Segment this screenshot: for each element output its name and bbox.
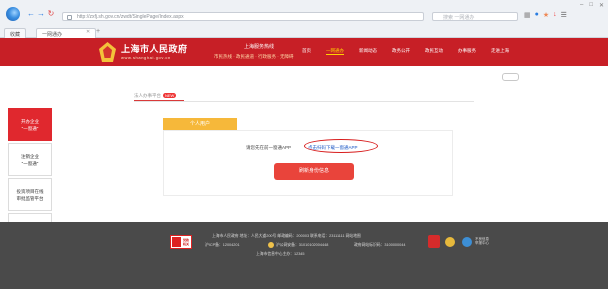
browser-search-input[interactable]: 搜索 一网通办 xyxy=(432,12,518,21)
search-placeholder: 搜索 一网通办 xyxy=(443,15,475,21)
sidebar-item-label: 开办企业 "一窗通" xyxy=(21,118,39,131)
breadcrumb-label: 法人办事平台 xyxy=(134,93,161,98)
forward-icon[interactable]: → xyxy=(37,10,45,18)
police-emblem-icon[interactable] xyxy=(445,237,455,247)
new-tab-icon[interactable]: + xyxy=(96,28,100,35)
main-nav: 首页 一网通办 新闻动态 政务公开 政民互动 办事服务 走进上海 xyxy=(302,48,509,55)
gov-site-badge[interactable]: 党政机关 xyxy=(170,235,192,249)
police-badge-icon xyxy=(268,242,274,248)
browser-logo-icon xyxy=(6,7,20,21)
tab-close-icon[interactable]: ✕ xyxy=(86,29,90,35)
nav-item[interactable]: 首页 xyxy=(302,48,311,55)
address-text: http://zxfj.sh.gov.cn/zwdt/SinglePage/In… xyxy=(77,14,184,20)
window-controls: – □ ✕ xyxy=(580,2,604,9)
report-center-label[interactable]: 不良信息 举报中心 xyxy=(475,237,489,245)
header-service-text[interactable]: 上海服务热线 xyxy=(244,43,274,50)
header-quick-links[interactable]: 市民热线 · 政民通道 · 行政服务 · 无障碍 xyxy=(214,54,294,60)
nav-item[interactable]: 政务公开 xyxy=(392,48,410,55)
divider xyxy=(134,101,474,102)
address-bar[interactable]: http://zxfj.sh.gov.cn/zwdt/SinglePage/In… xyxy=(62,12,424,21)
sidebar-item-close-business[interactable]: 注销企业 "一窗通" xyxy=(8,143,52,176)
site-title[interactable]: 上海市人民政府 xyxy=(121,42,188,55)
tab-favorites[interactable]: 收藏 xyxy=(4,28,27,38)
tab-personal-user[interactable]: 个人用户 xyxy=(163,118,237,130)
footer-site-code: 政府网站标识码：3100000044 xyxy=(354,243,406,247)
highlight-annotation xyxy=(304,139,378,153)
close-icon[interactable]: ✕ xyxy=(599,2,604,9)
footer-police-record[interactable]: 沪公网安备：31010102004448 xyxy=(276,243,328,248)
notice-text: 请您先在前一窗通APP xyxy=(246,145,292,150)
breadcrumb[interactable]: 法人办事平台 NEW xyxy=(134,93,177,99)
page-icon xyxy=(67,15,72,20)
site-header: 上海市人民政府 www.shanghai.gov.cn 上海服务热线 市民热线 … xyxy=(0,38,608,66)
tab-strip: 收藏 一网通办 ✕ + xyxy=(0,25,608,38)
user-toggle-button[interactable] xyxy=(502,73,519,81)
party-gov-emblem-icon[interactable] xyxy=(428,235,440,248)
extension-icon[interactable]: ● xyxy=(535,11,539,19)
toolbar-icons: ▦ ● ★ ↓ ☰ xyxy=(524,11,567,19)
minimize-icon[interactable]: – xyxy=(580,2,583,9)
footer-icp[interactable]: 沪ICP备：12004201 xyxy=(205,243,240,248)
bookmark-icon[interactable]: ★ xyxy=(543,11,549,19)
refresh-icon[interactable]: ↻ xyxy=(47,10,55,18)
sidebar-item-label: 注销企业 "一窗通" xyxy=(21,153,39,166)
refresh-identity-button[interactable]: 刷新身份信息 xyxy=(274,163,354,180)
report-center-icon[interactable] xyxy=(462,237,472,247)
footer-line-1: 上海市人民政府 地址：人民大道200号 邮政编码：200003 联系电话：231… xyxy=(212,234,361,238)
new-badge: NEW xyxy=(163,93,177,98)
nav-item[interactable]: 新闻动态 xyxy=(359,48,377,55)
nav-item[interactable]: 办事服务 xyxy=(458,48,476,55)
sidebar-item-label: 投资项目在线 审批监管平台 xyxy=(16,188,44,201)
menu-icon[interactable]: ☰ xyxy=(561,11,567,19)
download-icon[interactable]: ↓ xyxy=(553,11,557,19)
footer-line-3: 上海市信息中心主办：12345 xyxy=(256,252,305,256)
nav-item[interactable]: 政民互动 xyxy=(425,48,443,55)
grid-icon[interactable]: ▦ xyxy=(524,11,531,19)
breadcrumb-underline xyxy=(134,100,184,101)
nav-item[interactable]: 走进上海 xyxy=(491,48,509,55)
national-emblem-icon xyxy=(99,42,116,62)
browser-chrome: ← → ↻ http://zxfj.sh.gov.cn/zwdt/SingleP… xyxy=(0,0,608,38)
back-icon[interactable]: ← xyxy=(27,10,35,18)
site-url: www.shanghai.gov.cn xyxy=(121,55,171,60)
badge-emblem-icon xyxy=(172,237,181,247)
sidebar-item-open-business[interactable]: 开办企业 "一窗通" xyxy=(8,108,52,141)
nav-item[interactable]: 一网通办 xyxy=(326,48,344,55)
badge-label: 党政机关 xyxy=(183,238,190,246)
sidebar-item-investment-approval[interactable]: 投资项目在线 审批监管平台 xyxy=(8,178,52,211)
maximize-icon[interactable]: □ xyxy=(589,2,593,9)
